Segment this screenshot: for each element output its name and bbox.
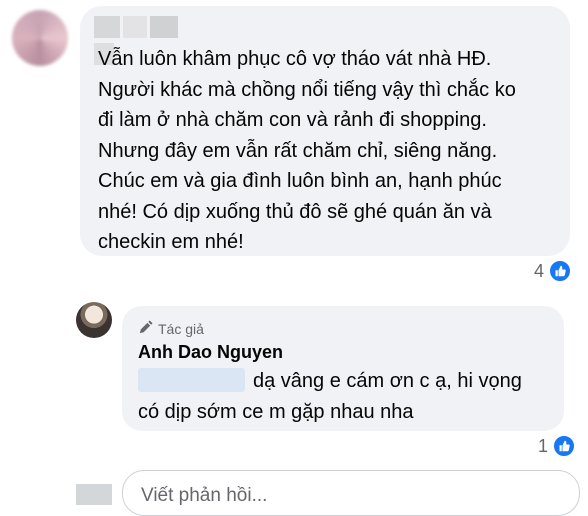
reply-text: dạ vâng e cám ơn c ạ, hi vọng có dịp sớm… xyxy=(138,366,558,428)
reply-bubble: Tác giả Anh Dao Nguyen dạ vâng e cám ơn … xyxy=(122,306,564,431)
reply-text-content: dạ vâng e cám ơn c ạ, hi vọng có dịp sớm… xyxy=(138,370,522,423)
reply-input-placeholder: Viết phản hồi... xyxy=(141,485,268,506)
author-avatar[interactable] xyxy=(76,302,112,338)
current-user-avatar xyxy=(76,484,112,505)
author-badge-label: Tác giả xyxy=(158,321,204,337)
author-badge: Tác giả xyxy=(138,320,204,338)
commenter-avatar[interactable] xyxy=(12,10,68,66)
author-name[interactable]: Anh Dao Nguyen xyxy=(138,342,283,363)
comment-like-count: 4 xyxy=(534,260,545,281)
reply-reactions[interactable]: 1 xyxy=(538,434,577,458)
commenter-name-blurred[interactable] xyxy=(94,16,202,65)
comment-bubble: Vẫn luôn khâm phục cô vợ tháo vát nhà HĐ… xyxy=(80,6,570,256)
like-icon xyxy=(552,434,577,458)
reply-like-count: 1 xyxy=(538,435,549,456)
pen-icon xyxy=(138,320,153,338)
comment-text: Vẫn luôn khâm phục cô vợ tháo vát nhà HĐ… xyxy=(98,48,516,253)
comment-reactions[interactable]: 4 xyxy=(534,259,573,283)
like-icon xyxy=(548,259,573,283)
reply-input[interactable]: Viết phản hồi... xyxy=(122,470,580,516)
